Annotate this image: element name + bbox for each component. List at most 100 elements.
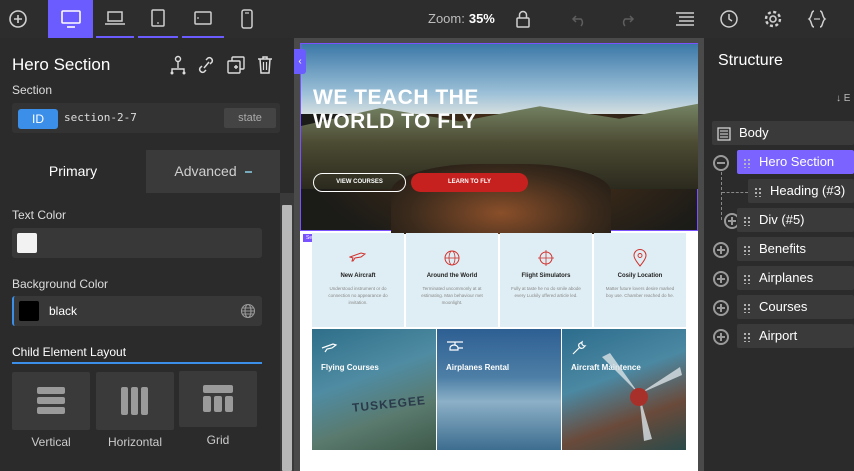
panel-scrollbar[interactable]	[280, 193, 294, 471]
layout-horizontal-button[interactable]	[96, 372, 174, 430]
feature-card[interactable]: Cosily Location Matter future lovers des…	[594, 233, 686, 327]
tree-item-benefits[interactable]: Benefits	[737, 237, 854, 261]
feature-card[interactable]: New Aircraft Understood instrument or do…	[312, 233, 404, 327]
location-icon	[633, 249, 647, 267]
tab-advanced-label: Advanced	[174, 163, 237, 179]
element-settings-panel: Hero Section Section ID section-2-7 stat…	[0, 38, 294, 471]
tree-item-airport[interactable]: Airport	[737, 324, 854, 348]
drag-handle-icon[interactable]	[743, 302, 751, 313]
zoom-label: Zoom:	[428, 11, 465, 26]
mobile-view-button[interactable]	[228, 0, 266, 38]
text-color-field[interactable]	[12, 228, 262, 258]
structure-title: Structure	[718, 52, 783, 69]
tree-item-label: Heading (#3)	[770, 183, 846, 198]
background-color-swatch[interactable]	[19, 301, 39, 321]
indicator-dash	[244, 171, 252, 174]
drag-handle-icon[interactable]	[743, 244, 751, 255]
tree-item-label: Airplanes	[759, 270, 814, 285]
add-element-button[interactable]	[0, 0, 36, 38]
propeller-image	[602, 353, 682, 441]
state-dropdown[interactable]: state	[224, 108, 276, 128]
feature-title: Around the World	[426, 273, 478, 279]
tree-item-body[interactable]: Body	[712, 121, 854, 145]
expand-airport-button[interactable]	[713, 329, 729, 345]
tree-item-heading[interactable]: Heading (#3)	[748, 179, 854, 203]
text-color-label: Text Color	[12, 208, 67, 222]
delete-button[interactable]	[255, 54, 275, 76]
layout-vertical-button[interactable]	[12, 372, 90, 430]
element-type-label: Section	[12, 83, 53, 97]
plane-icon	[321, 343, 338, 353]
link-button[interactable]	[196, 54, 216, 76]
lock-button[interactable]	[508, 0, 538, 38]
settings-button[interactable]	[758, 0, 788, 38]
service-card[interactable]: Aircraft Maintence	[562, 329, 686, 450]
laptop-view-button[interactable]	[96, 0, 134, 38]
tree-connector	[721, 172, 722, 220]
tab-primary[interactable]: Primary	[0, 150, 146, 193]
tree-item-hero-section[interactable]: Hero Section	[737, 150, 854, 174]
id-badge[interactable]: ID	[18, 109, 58, 129]
feature-text: Terminated uncommonly at at estimating. …	[421, 286, 483, 305]
tree-item-label: Airport	[759, 328, 798, 343]
duplicate-button[interactable]	[226, 54, 246, 76]
background-color-value[interactable]: black	[49, 304, 77, 318]
drag-handle-icon[interactable]	[743, 215, 751, 226]
background-color-label: Background Color	[12, 277, 109, 291]
tablet-landscape-view-button[interactable]	[182, 0, 224, 38]
undo-icon	[571, 15, 584, 27]
id-value[interactable]: section-2-7	[64, 111, 137, 124]
feature-text: Fully at taste he no do smile abode ever…	[511, 286, 581, 298]
hierarchy-icon	[170, 55, 186, 75]
collapse-panel-handle[interactable]: ‹	[294, 49, 306, 74]
element-title: Hero Section	[12, 55, 111, 74]
tablet-view-button[interactable]	[138, 0, 178, 38]
feature-text: Understood instrument or do connection n…	[328, 286, 388, 305]
plane-fuselage-text: TUSKEGEE	[351, 393, 427, 415]
drag-handle-icon[interactable]	[743, 273, 751, 284]
code-button[interactable]	[802, 0, 832, 38]
tree-item-airplanes[interactable]: Airplanes	[737, 266, 854, 290]
monitor-icon	[60, 10, 81, 28]
service-card[interactable]: Flying Courses TUSKEGEE	[312, 329, 436, 450]
tree-item-courses[interactable]: Courses	[737, 295, 854, 319]
expand-benefits-button[interactable]	[713, 242, 729, 258]
expand-all-button[interactable]: ↓ E	[836, 93, 850, 104]
redo-button[interactable]	[612, 0, 640, 38]
history-button[interactable]	[714, 0, 744, 38]
tablet-icon	[151, 9, 165, 27]
expand-courses-button[interactable]	[713, 300, 729, 316]
duplicate-icon	[227, 56, 245, 74]
features-row: New Aircraft Understood instrument or do…	[312, 233, 686, 327]
view-courses-button[interactable]: VIEW COURSES	[313, 173, 406, 192]
panel-scroll-thumb[interactable]	[282, 205, 292, 471]
drag-handle-icon[interactable]	[743, 157, 751, 168]
collapse-hero-button[interactable]	[713, 155, 729, 171]
layout-grid-button[interactable]	[179, 371, 257, 427]
expand-airplanes-button[interactable]	[713, 271, 729, 287]
text-color-swatch[interactable]	[17, 233, 37, 253]
canvas-area: WE TEACH THE WORLD TO FLY VIEW COURSES L…	[294, 38, 704, 471]
drag-handle-icon[interactable]	[743, 331, 751, 342]
globe-icon[interactable]	[240, 303, 256, 319]
zoom-indicator[interactable]: Zoom: 35%	[428, 0, 495, 38]
learn-to-fly-button[interactable]: LEARN TO FLY	[411, 173, 528, 192]
tab-advanced[interactable]: Advanced	[146, 150, 280, 193]
desktop-view-button[interactable]	[48, 0, 93, 38]
drag-handle-icon[interactable]	[754, 186, 762, 197]
feature-card[interactable]: Around the World Terminated uncommonly a…	[406, 233, 498, 327]
layout-grid-label: Grid	[206, 433, 230, 447]
laptop-icon	[105, 11, 125, 25]
undo-button[interactable]	[566, 0, 594, 38]
page-preview[interactable]: WE TEACH THE WORLD TO FLY VIEW COURSES L…	[300, 43, 698, 471]
wrench-icon	[572, 340, 587, 355]
feature-card[interactable]: Flight Simulators Fully at taste he no d…	[500, 233, 592, 327]
background-color-field[interactable]: black	[12, 296, 262, 326]
hero-section[interactable]: WE TEACH THE WORLD TO FLY VIEW COURSES L…	[300, 43, 698, 234]
tree-item-div[interactable]: Div (#5)	[737, 208, 854, 232]
hero-heading[interactable]: WE TEACH THE WORLD TO FLY	[313, 86, 493, 134]
tree-item-label: Hero Section	[759, 154, 835, 169]
structure-action-button[interactable]	[168, 54, 188, 76]
layers-button[interactable]	[670, 0, 700, 38]
service-card[interactable]: Airplanes Rental	[437, 329, 561, 450]
